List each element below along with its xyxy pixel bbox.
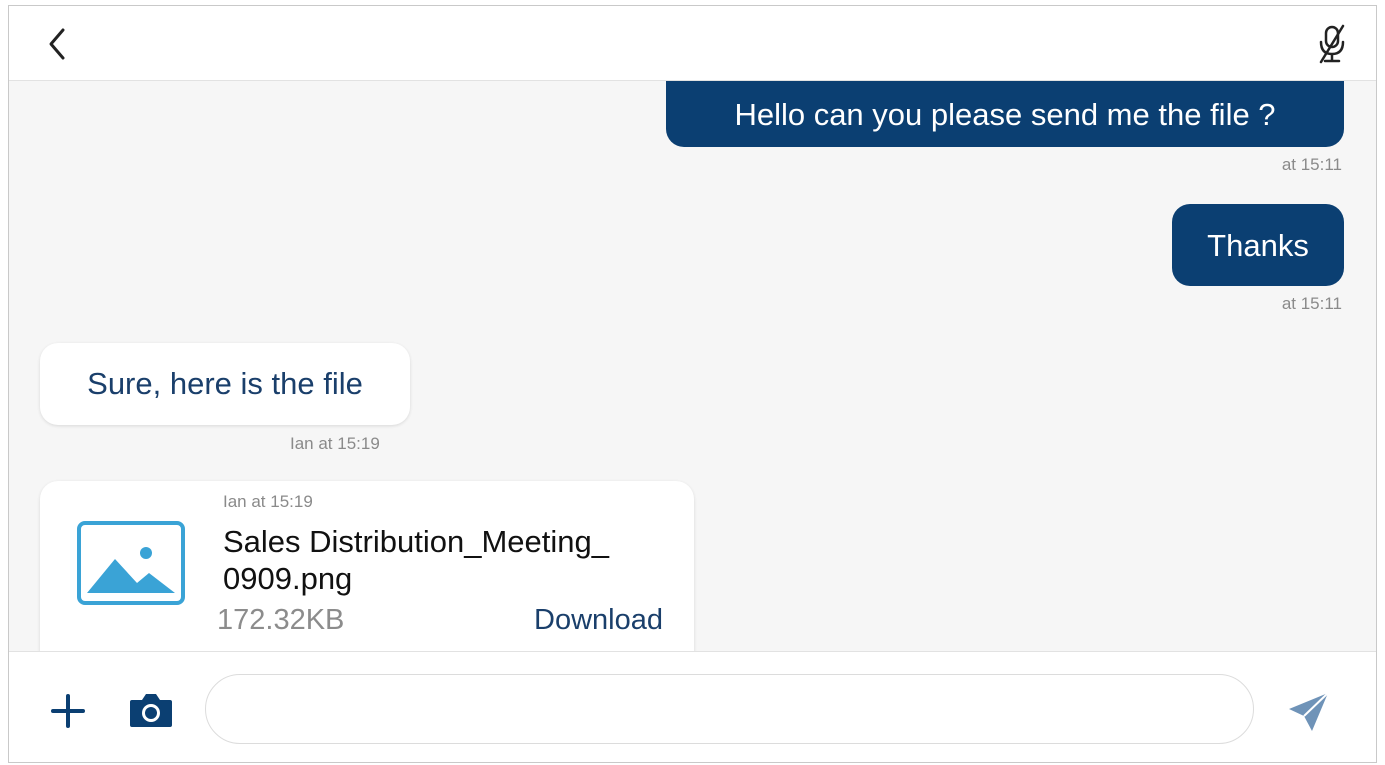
incoming-message-bubble: Sure, here is the file [40,343,410,425]
outgoing-message-bubble: Thanks [1172,204,1344,286]
message-timestamp: at 15:11 [1281,294,1342,313]
message-text: Hello can you please send me the file ? [734,96,1276,132]
chat-window: Hello can you please send me the file ? … [8,5,1377,763]
download-link[interactable]: Download [534,604,663,637]
message-timestamp: Ian at 15:19 [290,434,380,453]
chat-header [9,6,1376,81]
back-button[interactable] [41,24,77,64]
image-icon [77,521,185,605]
camera-button[interactable] [128,691,174,729]
plus-icon [51,694,85,728]
message-text: Thanks [1207,227,1309,263]
file-attachment-card[interactable]: Ian at 15:19 Sales Distribution_Meeting_… [40,481,694,651]
send-button[interactable] [1286,690,1330,734]
message-text: Sure, here is the file [87,366,363,401]
file-name-line: 0909.png [223,561,353,596]
chevron-left-icon [49,28,65,60]
file-name-line: Sales Distribution_Meeting_ [223,524,609,559]
file-name: Sales Distribution_Meeting_ 0909.png [223,523,663,597]
send-icon [1289,692,1329,731]
message-input[interactable] [205,674,1254,744]
mute-microphone-button[interactable] [1312,22,1352,66]
camera-icon [130,694,172,727]
outgoing-message-bubble: Hello can you please send me the file ? [666,81,1344,147]
file-sender-timestamp: Ian at 15:19 [223,492,313,511]
message-composer [9,651,1376,762]
file-size: 172.32KB [217,604,345,636]
mic-off-icon [1319,24,1345,64]
add-attachment-button[interactable] [49,692,87,730]
message-timestamp: at 15:11 [1281,155,1342,174]
message-list[interactable]: Hello can you please send me the file ? … [9,81,1376,651]
